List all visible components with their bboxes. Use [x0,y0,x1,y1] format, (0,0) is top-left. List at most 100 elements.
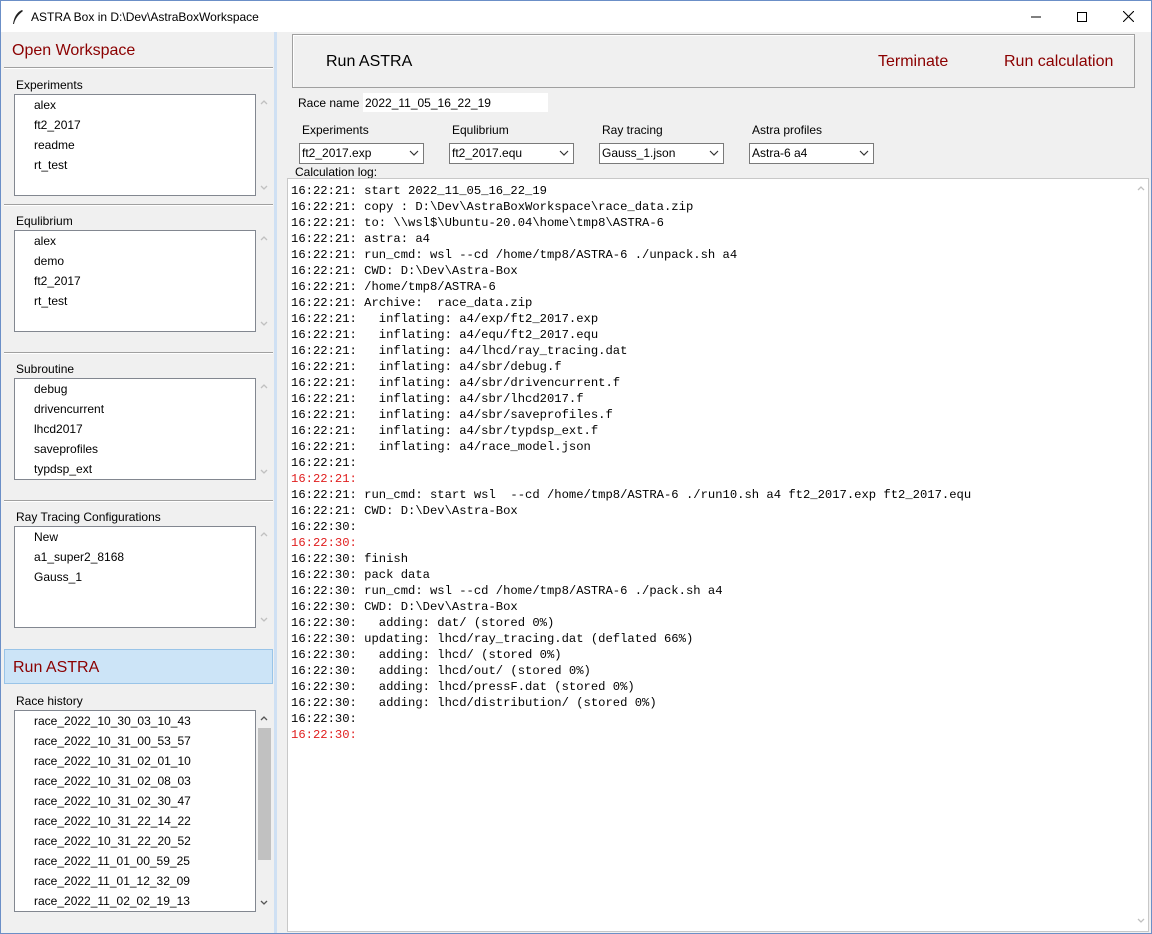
list-item[interactable]: alex [15,231,255,251]
subroutine-list[interactable]: debug drivencurrent lhcd2017 saveprofile… [14,378,256,480]
log-line: 16:22:30: pack data [291,568,430,582]
list-item[interactable]: ft2_2017 [15,115,255,135]
log-line: 16:22:30: adding: lhcd/out/ (stored 0%) [291,664,591,678]
log-line: 16:22:21: run_cmd: wsl --cd /home/tmp8/A… [291,248,738,262]
ray-tracing-scrollbar[interactable] [257,526,271,628]
run-calculation-button[interactable]: Run calculation [1004,53,1113,71]
log-line: 16:22:21: CWD: D:\Dev\Astra-Box [291,504,518,518]
list-item[interactable]: drivencurrent [15,399,255,419]
list-item[interactable]: race_2022_10_31_02_08_03 [15,771,255,791]
maximize-icon [1077,11,1087,22]
log-line: 16:22:21: inflating: a4/sbr/saveprofiles… [291,408,613,422]
chevron-down-icon[interactable] [1137,917,1145,925]
calculation-log[interactable]: 16:22:21: start 2022_11_05_16_22_19 16:22… [287,178,1149,932]
main-panel: Run ASTRA Terminate Run calculation Race… [277,32,1151,933]
astra-profiles-select[interactable]: Astra-6 a4 [749,143,874,164]
list-item[interactable]: race_2022_10_31_00_53_57 [15,731,255,751]
list-item[interactable]: race_2022_11_02_02_19_13 [15,891,255,911]
experiments-list[interactable]: alex ft2_2017 readme rt_test [14,94,256,196]
list-item[interactable]: rt_test [15,291,255,311]
list-item[interactable]: lhcd2017 [15,419,255,439]
list-item[interactable]: race_2022_11_01_00_59_25 [15,851,255,871]
chevron-up-icon[interactable] [260,234,268,242]
list-item[interactable]: race_2022_10_31_02_30_47 [15,791,255,811]
log-line: 16:22:30: [291,728,357,742]
equilibrium-scrollbar[interactable] [257,230,271,332]
race-name-input[interactable] [363,93,548,112]
list-item[interactable]: demo [15,251,255,271]
list-item[interactable]: race_2022_11_01_12_32_09 [15,871,255,891]
equilibrium-list[interactable]: alex demo ft2_2017 rt_test [14,230,256,332]
experiments-select[interactable]: ft2_2017.exp [299,143,424,164]
equilibrium-select[interactable]: ft2_2017.equ [449,143,574,164]
log-line: 16:22:21: inflating: a4/sbr/debug.f [291,360,562,374]
title-bar: ASTRA Box in D:\Dev\AstraBoxWorkspace [1,1,1151,32]
open-workspace-link[interactable]: Open Workspace [12,42,135,60]
list-item[interactable]: ft2_2017 [15,271,255,291]
log-line: 16:22:30: finish [291,552,409,566]
experiments-scrollbar[interactable] [257,94,271,196]
list-item[interactable]: race_2022_10_31_22_14_22 [15,811,255,831]
list-item[interactable]: typdsp_ext [15,459,255,479]
list-item[interactable]: a1_super2_8168 [15,547,255,567]
chevron-down-icon[interactable] [260,468,268,476]
subroutine-label: Subroutine [16,362,75,376]
list-item[interactable]: race_2022_10_31_02_01_10 [15,751,255,771]
log-line: 16:22:21: inflating: a4/sbr/typdsp_ext.f [291,424,599,438]
log-text[interactable]: 16:22:21: start 2022_11_05_16_22_19 16:22… [291,183,1131,923]
list-item[interactable]: saveprofiles [15,439,255,459]
list-item[interactable]: race_2022_10_31_22_20_52 [15,831,255,851]
run-toolbar: Run ASTRA Terminate Run calculation [292,34,1135,88]
race-name-label: Race name [298,96,360,110]
chevron-down-icon [559,150,569,156]
list-item[interactable]: New [15,527,255,547]
close-icon [1122,11,1134,22]
scrollbar-thumb[interactable] [258,728,271,860]
terminate-button[interactable]: Terminate [878,53,948,71]
list-item[interactable]: alex [15,95,255,115]
chevron-down-icon[interactable] [260,320,268,328]
log-line: 16:22:21: run_cmd: start wsl --cd /home/… [291,488,972,502]
experiments-select-label: Experiments [302,123,369,137]
chevron-up-icon[interactable] [260,382,268,390]
ray-tracing-list[interactable]: New a1_super2_8168 Gauss_1 [14,526,256,628]
log-line: 16:22:30: CWD: D:\Dev\Astra-Box [291,600,518,614]
chevron-down-icon [709,150,719,156]
divider [4,205,273,206]
list-item[interactable]: race_2022_10_30_03_10_43 [15,711,255,731]
chevron-up-icon[interactable] [1137,184,1145,192]
subroutine-scrollbar[interactable] [257,378,271,480]
chevron-down-icon [409,150,419,156]
run-astra-nav-label: Run ASTRA [13,659,100,676]
log-line: 16:22:21: inflating: a4/equ/ft2_2017.equ [291,328,599,342]
chevron-down-icon[interactable] [260,616,268,624]
chevron-down-icon[interactable] [260,184,268,192]
race-history-list[interactable]: race_2022_10_30_03_10_43 race_2022_10_31… [14,710,256,912]
list-item[interactable]: readme [15,135,255,155]
log-line: 16:22:30: updating: lhcd/ray_tracing.dat… [291,632,694,646]
sidebar: Open Workspace Experiments alex ft2_2017… [1,32,277,933]
chevron-up-icon[interactable] [260,714,268,722]
maximize-button[interactable] [1059,1,1105,32]
log-line: 16:22:21: inflating: a4/lhcd/ray_tracing… [291,344,628,358]
list-item[interactable]: debug [15,379,255,399]
chevron-down-icon[interactable] [260,899,268,907]
race-history-scrollbar[interactable] [257,710,271,912]
log-line: 16:22:21: /home/tmp8/ASTRA-6 [291,280,496,294]
list-item[interactable]: Gauss_1 [15,567,255,587]
chevron-up-icon[interactable] [260,98,268,106]
log-line: 16:22:30: [291,712,357,726]
divider [4,353,273,354]
chevron-down-icon [859,150,869,156]
log-scrollbar[interactable] [1134,179,1148,931]
ray-tracing-select-value: Gauss_1.json [602,146,676,160]
page-title: Run ASTRA [326,53,413,70]
chevron-up-icon[interactable] [260,530,268,538]
run-astra-nav[interactable]: Run ASTRA [4,649,273,684]
list-item[interactable]: rt_test [15,155,255,175]
close-button[interactable] [1105,1,1151,32]
log-line: 16:22:21: inflating: a4/exp/ft2_2017.exp [291,312,599,326]
ray-tracing-select[interactable]: Gauss_1.json [599,143,724,164]
minimize-button[interactable] [1013,1,1059,32]
experiments-select-value: ft2_2017.exp [302,146,372,160]
